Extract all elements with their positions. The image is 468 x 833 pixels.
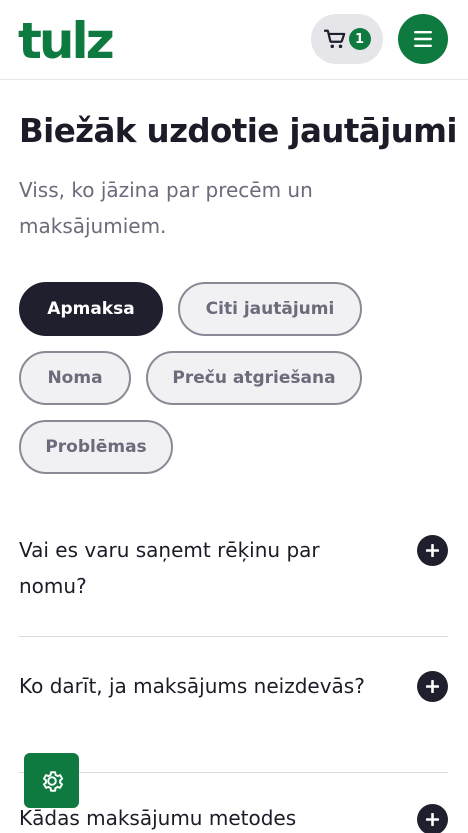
category-chip-apmaksa[interactable]: Apmaksa [19, 282, 163, 336]
gear-icon [42, 770, 63, 792]
category-chip-noma[interactable]: Noma [19, 351, 131, 405]
category-chip-precu-atgriesana[interactable]: Preču atgriešana [146, 351, 362, 405]
faq-divider [19, 772, 448, 773]
menu-button[interactable] [398, 14, 448, 64]
category-chip-problemas[interactable]: Problēmas [19, 420, 173, 474]
site-header: tulz 1 [0, 0, 468, 80]
hamburger-menu-icon [414, 31, 432, 47]
faq-question: Vai es varu saņemt rēķinu par nomu? [19, 538, 320, 598]
category-chip-citi-jautajumi[interactable]: Citi jautājumi [178, 282, 362, 336]
plus-icon[interactable] [417, 535, 448, 566]
faq-question: Ko darīt, ja maksājums neizdevās? [19, 674, 365, 698]
logo-text: tulz [18, 12, 113, 66]
page-subtitle: Viss, ko jāzina par precēm un maksājumie… [19, 178, 313, 238]
page-title: Biežāk uzdotie jautājumi [19, 112, 458, 150]
faq-item[interactable]: Ko darīt, ja maksājums neizdevās? [19, 668, 448, 758]
plus-icon[interactable] [417, 671, 448, 702]
faq-item[interactable]: Kādas maksājumu metodes [19, 800, 448, 833]
plus-icon[interactable] [417, 804, 448, 833]
cart-button[interactable]: 1 [311, 14, 383, 64]
cart-icon [323, 29, 345, 49]
cart-count-badge: 1 [348, 28, 371, 50]
tulz-logo[interactable]: tulz [18, 12, 120, 66]
faq-divider [19, 636, 448, 637]
cookie-settings-button[interactable] [24, 753, 79, 808]
faq-item[interactable]: Vai es varu saņemt rēķinu par nomu? [19, 532, 448, 622]
